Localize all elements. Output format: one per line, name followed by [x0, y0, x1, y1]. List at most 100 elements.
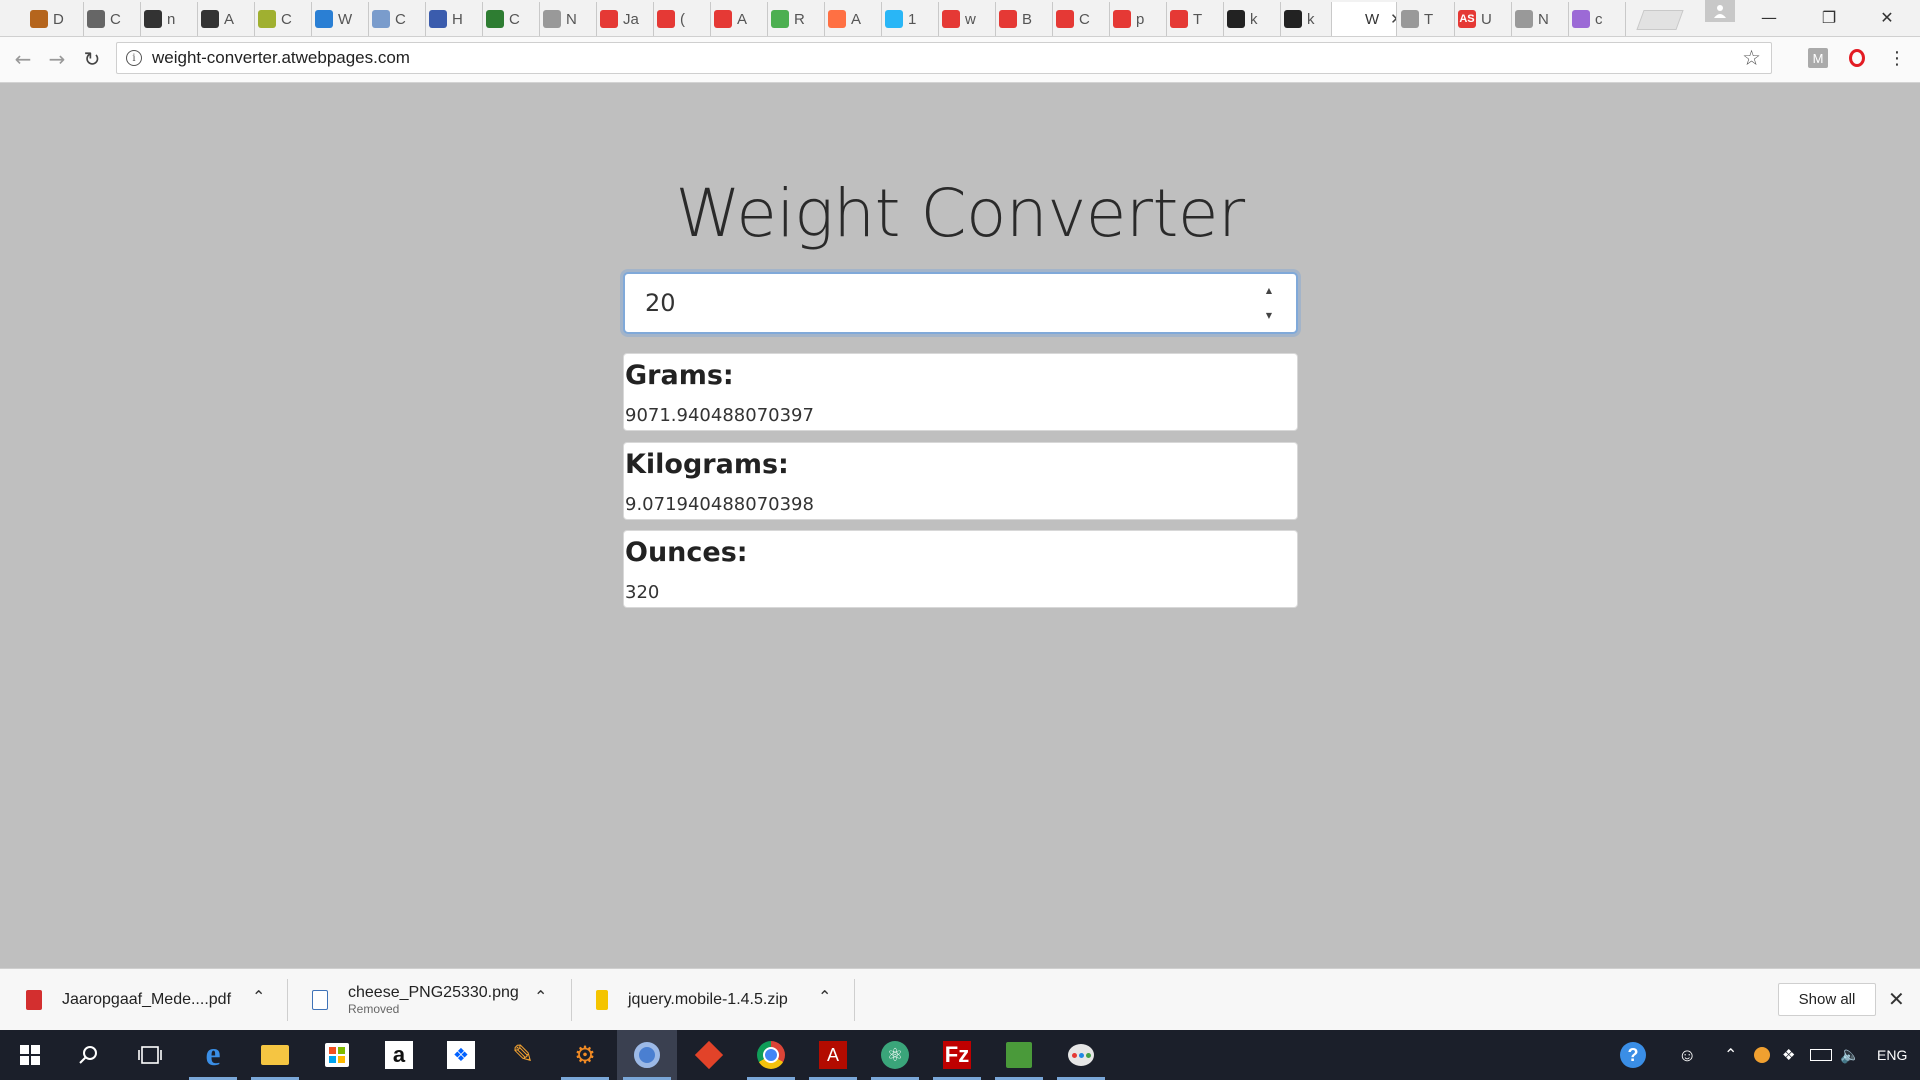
atom-icon: ⚛ — [881, 1041, 909, 1069]
browser-tab[interactable]: w — [932, 2, 996, 36]
back-button[interactable]: ← — [8, 44, 38, 74]
browser-tab[interactable]: H — [419, 2, 483, 36]
browser-tab[interactable]: T — [1391, 2, 1455, 36]
reload-button[interactable]: ↻ — [77, 44, 107, 74]
dropbox-tray-button[interactable]: ❖ — [1782, 1030, 1795, 1080]
taskbar-chrome-active[interactable] — [617, 1030, 677, 1080]
browser-tab[interactable]: R — [761, 2, 825, 36]
browser-tab[interactable]: C — [1046, 2, 1110, 36]
forward-button[interactable]: → — [42, 44, 72, 74]
tab-title: 1 — [908, 10, 917, 28]
browser-tab[interactable]: N — [1505, 2, 1569, 36]
opera-extension-button[interactable] — [1846, 47, 1868, 69]
extension-m-button[interactable]: M — [1807, 47, 1829, 69]
taskbar-app-pencil[interactable]: ✎ — [493, 1030, 553, 1080]
browser-tab[interactable]: C — [476, 2, 540, 36]
taskbar-chrome[interactable] — [741, 1030, 801, 1080]
browser-tab[interactable]: W — [305, 2, 369, 36]
browser-tab[interactable]: A — [191, 2, 255, 36]
search-button[interactable] — [58, 1030, 118, 1080]
opera-icon — [1849, 49, 1865, 67]
tray-app-icon[interactable] — [1754, 1030, 1770, 1080]
browser-tab[interactable]: Ja — [590, 2, 654, 36]
taskbar-app-tools[interactable]: ⚙ — [555, 1030, 615, 1080]
taskbar-app-chart[interactable] — [989, 1030, 1049, 1080]
show-all-button[interactable]: Show all — [1778, 983, 1876, 1016]
battery-icon — [1810, 1049, 1832, 1061]
browser-tab[interactable]: B — [989, 2, 1053, 36]
taskbar-file-explorer[interactable] — [245, 1030, 305, 1080]
browser-tab[interactable]: c — [1562, 2, 1626, 36]
people-tray-button[interactable]: ☺ — [1678, 1030, 1696, 1080]
taskbar-acrobat[interactable]: A — [803, 1030, 863, 1080]
tab-active[interactable]: W✕ — [1331, 2, 1397, 36]
browser-tab[interactable]: C — [248, 2, 312, 36]
browser-tab[interactable]: N — [533, 2, 597, 36]
chevron-up-icon[interactable]: ⌃ — [252, 987, 265, 1006]
download-item[interactable]: Jaaropgaaf_Mede....pdf ⌃ — [26, 969, 266, 1031]
browser-tab[interactable]: AS U — [1448, 2, 1512, 36]
download-item[interactable]: jquery.mobile-1.4.5.zip ⌃ — [596, 969, 836, 1031]
spin-up-icon[interactable]: ▲ — [1266, 286, 1272, 295]
info-icon: i — [126, 50, 142, 66]
minimize-button[interactable]: — — [1740, 0, 1798, 34]
weight-input-wrapper: ▲ ▼ — [623, 272, 1298, 334]
browser-tab[interactable]: D — [20, 2, 84, 36]
help-tray-button[interactable]: ? — [1620, 1030, 1646, 1080]
tab-favicon-icon — [771, 10, 789, 28]
battery-tray-button[interactable] — [1810, 1030, 1832, 1080]
browser-tab[interactable]: C — [77, 2, 141, 36]
taskbar-atom[interactable]: ⚛ — [865, 1030, 925, 1080]
page-title: Weight Converter — [675, 175, 1245, 252]
language-indicator[interactable]: ENG — [1877, 1030, 1907, 1080]
tab-favicon-icon — [201, 10, 219, 28]
address-bar[interactable]: i weight-converter.atwebpages.com ☆ — [116, 42, 1772, 74]
tab-favicon-icon — [30, 10, 48, 28]
menu-button[interactable]: ⋮ — [1886, 47, 1908, 69]
tab-title: A — [737, 10, 748, 28]
bookmark-star-icon[interactable]: ☆ — [1742, 46, 1761, 70]
tab-title: H — [452, 10, 463, 28]
tab-title: N — [1538, 10, 1549, 28]
browser-tab[interactable]: A — [818, 2, 882, 36]
download-item[interactable]: cheese_PNG25330.png Removed ⌃ — [312, 969, 552, 1031]
browser-tab[interactable]: p — [1103, 2, 1167, 36]
number-spinner[interactable]: ▲ ▼ — [1262, 286, 1276, 320]
tab-title: c — [1595, 10, 1603, 28]
tab-favicon-icon — [429, 10, 447, 28]
amazon-icon: a — [385, 1041, 413, 1069]
browser-tab[interactable]: C — [362, 2, 426, 36]
new-tab-button[interactable] — [1636, 10, 1684, 30]
restore-button[interactable]: ❐ — [1800, 0, 1858, 34]
browser-tab[interactable]: ( — [647, 2, 711, 36]
browser-tab[interactable]: n — [134, 2, 198, 36]
taskbar-filezilla[interactable]: Fz — [927, 1030, 987, 1080]
close-window-button[interactable]: ✕ — [1858, 0, 1916, 34]
taskbar-store[interactable] — [307, 1030, 367, 1080]
taskbar-git[interactable] — [679, 1030, 739, 1080]
pdf-file-icon — [26, 990, 42, 1010]
task-view-button[interactable] — [120, 1030, 180, 1080]
chevron-up-icon[interactable]: ⌃ — [818, 987, 831, 1006]
close-shelf-button[interactable]: ✕ — [1888, 987, 1905, 1011]
taskbar-dropbox[interactable]: ❖ — [431, 1030, 491, 1080]
taskbar-paint[interactable] — [1051, 1030, 1111, 1080]
browser-tab[interactable]: T — [1160, 2, 1224, 36]
browser-tab[interactable]: 1 — [875, 2, 939, 36]
people-icon: ☺ — [1678, 1044, 1697, 1065]
tab-title: A — [851, 10, 862, 28]
taskbar-amazon[interactable]: a — [369, 1030, 429, 1080]
chrome-icon — [757, 1041, 785, 1069]
chevron-up-icon[interactable]: ⌃ — [534, 987, 547, 1006]
browser-tab[interactable]: k — [1217, 2, 1281, 36]
taskbar-edge[interactable]: e — [183, 1030, 243, 1080]
browser-tab[interactable]: A — [704, 2, 768, 36]
volume-tray-button[interactable]: 🔈 — [1840, 1030, 1860, 1080]
spin-down-icon[interactable]: ▼ — [1266, 311, 1272, 320]
profile-button[interactable] — [1705, 0, 1735, 22]
pounds-input[interactable] — [643, 282, 1227, 324]
tab-favicon-icon — [1401, 10, 1419, 28]
browser-tab[interactable]: k — [1274, 2, 1338, 36]
start-button[interactable] — [0, 1030, 60, 1080]
show-hidden-icons-button[interactable]: ⌃ — [1724, 1030, 1737, 1080]
